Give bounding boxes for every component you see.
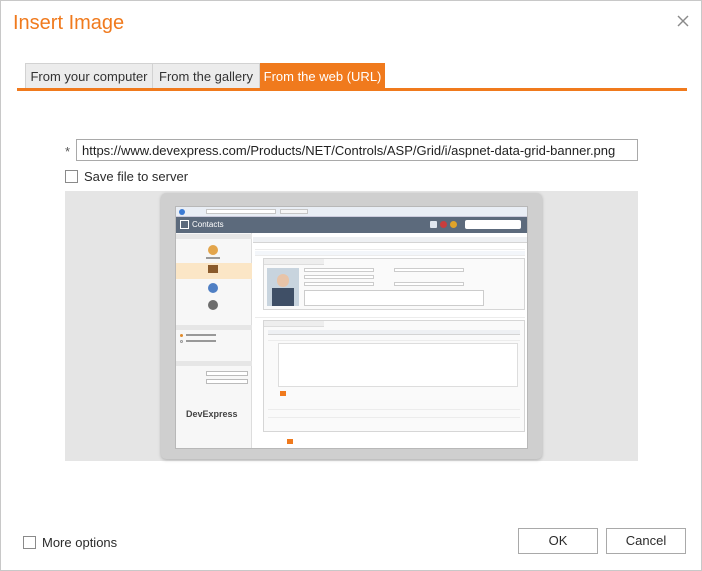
preview-grid-area	[253, 233, 527, 448]
tab-from-computer[interactable]: From your computer	[25, 63, 153, 88]
preview-app-header: Contacts	[176, 217, 527, 233]
tab-from-web-url[interactable]: From the web (URL)	[260, 63, 385, 88]
required-marker: *	[65, 144, 71, 159]
image-preview: Contacts DevExpress	[65, 191, 638, 461]
preview-screenshot: Contacts DevExpress	[175, 206, 528, 449]
insert-image-dialog: Insert Image From your computer From the…	[0, 0, 702, 571]
more-options-label[interactable]: More options	[42, 535, 117, 550]
preview-device-frame: Contacts DevExpress	[161, 193, 542, 459]
preview-module-title: Contacts	[192, 220, 224, 229]
ok-button[interactable]: OK	[518, 528, 598, 554]
cancel-button[interactable]: Cancel	[606, 528, 686, 554]
tab-from-gallery[interactable]: From the gallery	[152, 63, 260, 88]
image-url-input[interactable]	[76, 139, 638, 161]
save-file-label[interactable]: Save file to server	[84, 169, 188, 184]
preview-brand-logo: DevExpress	[186, 409, 238, 419]
preview-detail-panel	[263, 258, 525, 310]
preview-orders-panel	[263, 320, 525, 432]
preview-sidebar: DevExpress	[176, 233, 252, 448]
close-icon[interactable]	[675, 13, 691, 29]
preview-browser-bar	[176, 207, 527, 217]
more-options-checkbox[interactable]	[23, 536, 36, 549]
source-tabs: From your computer From the gallery From…	[17, 63, 687, 91]
dialog-title: Insert Image	[13, 12, 125, 34]
save-file-checkbox[interactable]	[65, 170, 78, 183]
